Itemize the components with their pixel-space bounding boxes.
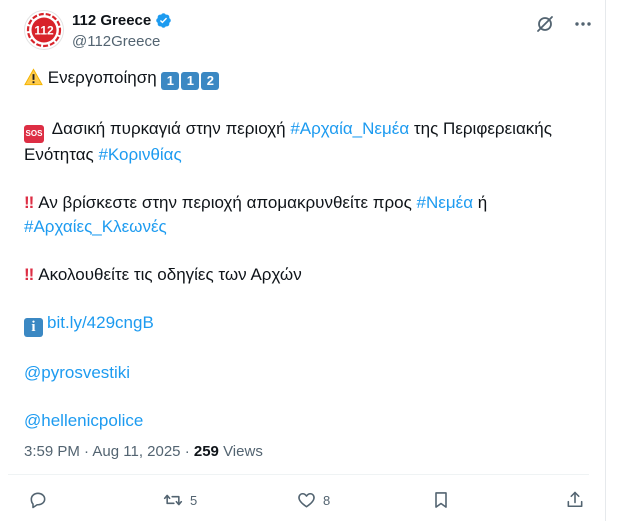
grok-icon[interactable] — [535, 14, 555, 34]
like-count: 8 — [323, 492, 331, 508]
tweet-text: Ενεργοποίηση 112 SOS Δασική πυρκαγιά στη… — [24, 66, 584, 457]
retweet-icon — [163, 494, 183, 506]
retweet-button[interactable]: 5 — [162, 490, 197, 510]
evacuate-text-a: Αν βρίσκεστε στην περιοχή απομακρυνθείτε… — [38, 193, 417, 212]
avatar[interactable]: 112 — [24, 10, 64, 50]
post-time[interactable]: 3:59 PM — [24, 443, 80, 460]
avatar-logo: 112 — [26, 12, 62, 48]
reply-button[interactable] — [28, 490, 48, 510]
double-exclamation-icon: ‼ — [24, 193, 35, 212]
paragraph-follow: ‼ Ακολουθείτε τις οδηγίες των Αρχών — [24, 263, 584, 287]
share-button[interactable] — [565, 490, 585, 510]
heart-icon — [298, 492, 315, 508]
keycap-2-icon: 2 — [201, 72, 220, 90]
paragraph-mention-1: @pyrosvestiki — [24, 361, 584, 385]
share-icon — [567, 491, 583, 508]
svg-text:112: 112 — [34, 24, 54, 38]
paragraph-mention-2: @hellenicpolice — [24, 409, 584, 433]
hashtag-link[interactable]: #Νεμέα — [417, 193, 474, 212]
evacuate-text-b: ή — [473, 193, 488, 212]
verified-badge-icon — [156, 13, 172, 28]
paragraph-link: i bit.ly/429cngB — [24, 311, 584, 337]
header-icons — [535, 14, 593, 34]
like-button[interactable]: 8 — [296, 490, 330, 510]
mention-link[interactable]: @hellenicpolice — [24, 411, 143, 430]
post-date[interactable]: Aug 11, 2025 — [92, 443, 180, 460]
retweet-count: 5 — [190, 492, 198, 508]
action-bar: 5 8 — [28, 490, 588, 516]
name-row: 112 Greece — [72, 12, 172, 29]
display-name[interactable]: 112 Greece — [72, 12, 151, 29]
views-label: Views — [223, 443, 263, 460]
meta-separator: · — [180, 443, 194, 460]
activation-text: Ενεργοποίηση — [47, 68, 157, 87]
double-exclamation-icon: ‼ — [24, 265, 35, 284]
paragraph-activation: Ενεργοποίηση 112 — [24, 66, 584, 93]
hashtag-link[interactable]: #Αρχαία_Νεμέα — [290, 119, 409, 138]
more-options-icon[interactable] — [573, 14, 593, 34]
warning-icon — [24, 68, 43, 93]
tweet-header: 112 112 Greece @112Greece — [24, 10, 605, 54]
keycap-1-icon: 1 — [181, 72, 200, 90]
handle[interactable]: @112Greece — [72, 33, 160, 50]
tweet-card: 112 112 Greece @112Greece Ενεργοποίηση 1… — [0, 0, 606, 521]
hashtag-link[interactable]: #Κορινθίας — [98, 145, 181, 164]
views-count: 259 — [193, 443, 219, 460]
info-icon: i — [24, 317, 43, 337]
short-link[interactable]: bit.ly/429cngB — [47, 313, 154, 332]
mention-link[interactable]: @pyrosvestiki — [24, 363, 130, 382]
divider — [8, 474, 589, 475]
meta-separator: · — [79, 443, 93, 460]
paragraph-evacuate: ‼ Αν βρίσκεστε στην περιοχή απομακρυνθείτ… — [24, 191, 584, 239]
paragraph-fire: SOS Δασική πυρκαγιά στην περιοχή #Αρχαία… — [24, 117, 584, 167]
sos-icon: SOS — [24, 125, 44, 143]
keycap-1-icon: 1 — [161, 72, 180, 90]
hashtag-link[interactable]: #Αρχαίες_Κλεωνές — [24, 217, 167, 236]
bookmark-icon — [435, 492, 447, 508]
follow-text: Ακολουθείτε τις οδηγίες των Αρχών — [38, 265, 302, 284]
bookmark-button[interactable] — [431, 490, 451, 510]
reply-icon — [30, 492, 46, 509]
tweet-meta: 3:59 PM · Aug 11, 2025 · 259 Views — [24, 443, 263, 460]
fire-text-a: Δασική πυρκαγιά στην περιοχή — [51, 119, 291, 138]
